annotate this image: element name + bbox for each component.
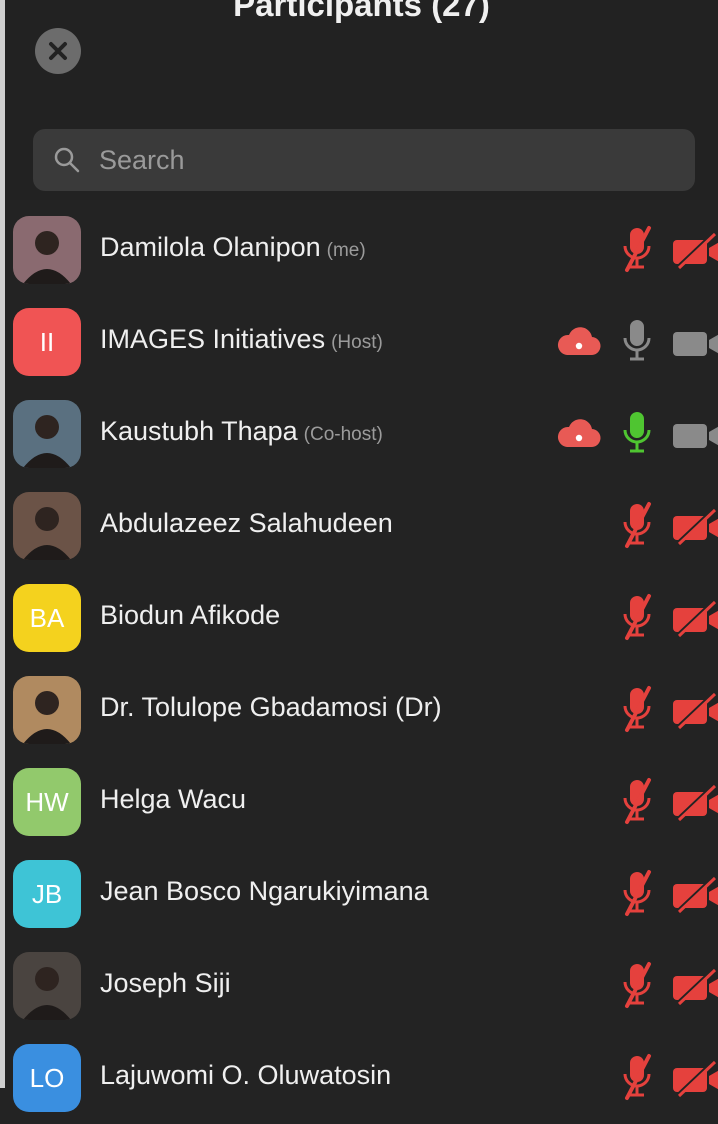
avatar-photo (13, 216, 81, 284)
cloud-recording-icon (555, 327, 601, 357)
avatar: JB (13, 860, 81, 928)
video-off-icon[interactable] (669, 876, 718, 914)
participant-name: Helga Wacu (100, 784, 247, 814)
video-off-icon[interactable] (669, 692, 718, 730)
participant-row[interactable]: LO Lajuwomi O. Oluwatosin (5, 1032, 718, 1124)
participant-name-line: Dr. Tolulope Gbadamosi (Dr) (100, 692, 442, 723)
avatar (13, 952, 81, 1020)
participant-name: IMAGES Initiatives (100, 324, 326, 354)
participant-name-line: Damilola Olanipon (me) (100, 232, 366, 263)
video-camera-icon[interactable] (669, 324, 718, 362)
participant-name: Abdulazeez Salahudeen (100, 508, 393, 538)
participant-row[interactable]: II IMAGES Initiatives (Host) (5, 296, 718, 388)
video-camera-icon[interactable] (669, 416, 718, 454)
avatar (13, 216, 81, 284)
mic-muted-icon[interactable] (615, 682, 659, 736)
participant-name: Damilola Olanipon (100, 232, 321, 262)
microphone-icon[interactable] (615, 406, 659, 460)
participant-name-line: Joseph Siji (100, 968, 231, 999)
participant-name-line: IMAGES Initiatives (Host) (100, 324, 383, 355)
participant-name-line: Jean Bosco Ngarukiyimana (100, 876, 429, 907)
mic-muted-icon[interactable] (615, 590, 659, 644)
avatar-photo (13, 952, 81, 1020)
participant-row[interactable]: Joseph Siji (5, 940, 718, 1032)
avatar-initials: BA (29, 602, 65, 633)
search-icon (54, 147, 80, 173)
avatar-initials: HW (25, 786, 69, 817)
participant-row[interactable]: Dr. Tolulope Gbadamosi (Dr) (5, 664, 718, 756)
participant-name-line: Abdulazeez Salahudeen (100, 508, 393, 539)
participant-name-line: Kaustubh Thapa (Co-host) (100, 416, 383, 447)
mic-muted-icon[interactable] (615, 866, 659, 920)
participant-row[interactable]: Kaustubh Thapa (Co-host) (5, 388, 718, 480)
avatar: HW (13, 768, 81, 836)
participant-name-line: Lajuwomi O. Oluwatosin (100, 1060, 391, 1091)
participant-row[interactable]: JB Jean Bosco Ngarukiyimana (5, 848, 718, 940)
mic-muted-icon[interactable] (615, 498, 659, 552)
avatar-initials: LO (29, 1062, 65, 1093)
participant-row[interactable]: HW Helga Wacu (5, 756, 718, 848)
cloud-recording-icon (555, 419, 601, 449)
participant-name-line: Biodun Afikode (100, 600, 280, 631)
close-button[interactable] (35, 28, 81, 74)
participant-role: (Co-host) (303, 424, 383, 445)
avatar (13, 676, 81, 744)
avatar (13, 400, 81, 468)
video-off-icon[interactable] (669, 1060, 718, 1098)
mic-muted-icon[interactable] (615, 774, 659, 828)
participant-name: Lajuwomi O. Oluwatosin (100, 1060, 392, 1090)
avatar-initials: II (39, 326, 55, 357)
participant-name: Kaustubh Thapa (100, 416, 298, 446)
participant-name: Biodun Afikode (100, 600, 281, 630)
avatar: LO (13, 1044, 81, 1112)
participant-row[interactable]: Abdulazeez Salahudeen (5, 480, 718, 572)
page-title: Participants (27) (233, 0, 490, 23)
avatar-initials: JB (31, 878, 63, 909)
participant-row[interactable]: BA Biodun Afikode (5, 572, 718, 664)
mic-muted-icon[interactable] (615, 958, 659, 1012)
participant-role: (Host) (331, 332, 383, 353)
video-off-icon[interactable] (669, 600, 718, 638)
participant-name-line: Helga Wacu (100, 784, 246, 815)
participant-name: Jean Bosco Ngarukiyimana (100, 876, 429, 906)
avatar-photo (13, 676, 81, 744)
video-off-icon[interactable] (669, 784, 718, 822)
avatar: BA (13, 584, 81, 652)
mic-muted-icon[interactable] (615, 222, 659, 276)
participants-header: Participants (27) Search (5, 0, 718, 200)
participant-row[interactable]: Damilola Olanipon (me) (5, 204, 718, 296)
participant-name: Dr. Tolulope Gbadamosi (Dr) (100, 692, 442, 722)
participant-list: Damilola Olanipon (me) II IMAGES Initiativ… (5, 204, 718, 1124)
search-input[interactable]: Search (33, 129, 695, 191)
microphone-icon[interactable] (615, 314, 659, 368)
close-icon (49, 42, 67, 60)
video-off-icon[interactable] (669, 968, 718, 1006)
avatar-photo (13, 492, 81, 560)
participant-role: (me) (326, 240, 366, 261)
search-placeholder: Search (99, 144, 185, 175)
participant-name: Joseph Siji (100, 968, 231, 998)
avatar (13, 492, 81, 560)
video-off-icon[interactable] (669, 508, 718, 546)
avatar-photo (13, 400, 81, 468)
video-off-icon[interactable] (669, 232, 718, 270)
avatar: II (13, 308, 81, 376)
mic-muted-icon[interactable] (615, 1050, 659, 1104)
